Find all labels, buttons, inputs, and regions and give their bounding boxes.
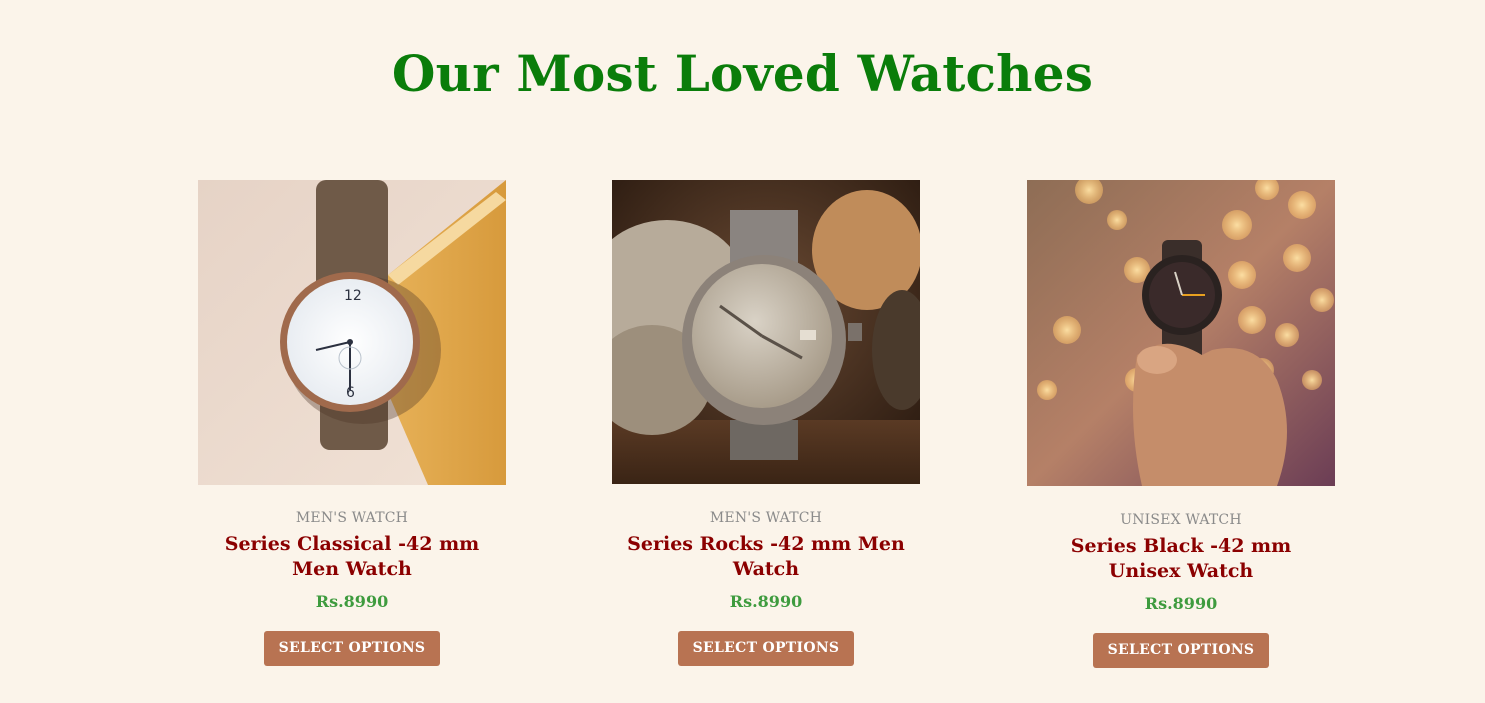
product-image-black-watch-in-hand[interactable]	[1027, 180, 1335, 486]
product-price: Rs.8990	[729, 592, 803, 611]
select-options-button[interactable]: SELECT OPTIONS	[677, 631, 855, 666]
product-card: 12 6 MEN'S WATCH Series Classical -42 mm…	[198, 180, 506, 666]
select-options-button[interactable]: SELECT OPTIONS	[1092, 633, 1270, 668]
product-price: Rs.8990	[315, 592, 389, 611]
product-image-vintage-steel-watch[interactable]	[612, 180, 920, 484]
product-image-brown-leather-watch[interactable]: 12 6	[198, 180, 506, 485]
page-title: Our Most Loved Watches	[391, 44, 1094, 103]
svg-text:6: 6	[346, 385, 355, 401]
product-category: MEN'S WATCH	[709, 510, 823, 526]
product-name[interactable]: Series Black -42 mm Unisex Watch	[1036, 534, 1326, 584]
product-card: UNISEX WATCH Series Black -42 mm Unisex …	[1027, 180, 1335, 668]
product-name[interactable]: Series Rocks -42 mm Men Watch	[621, 532, 911, 582]
product-grid: 12 6 MEN'S WATCH Series Classical -42 mm…	[0, 180, 1485, 680]
product-name[interactable]: Series Classical -42 mm Men Watch	[207, 532, 497, 582]
select-options-button[interactable]: SELECT OPTIONS	[263, 631, 441, 666]
product-price: Rs.8990	[1144, 594, 1218, 613]
product-category: UNISEX WATCH	[1120, 512, 1242, 528]
svg-text:12: 12	[344, 288, 362, 304]
product-card: MEN'S WATCH Series Rocks -42 mm Men Watc…	[612, 180, 920, 666]
product-category: MEN'S WATCH	[295, 510, 409, 526]
